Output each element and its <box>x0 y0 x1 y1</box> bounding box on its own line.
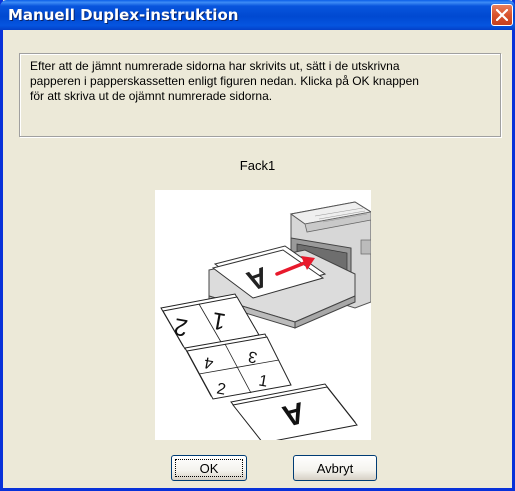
ok-button-label: OK <box>199 461 219 476</box>
dialog-window: Manuell Duplex-instruktion Efter att de … <box>0 0 515 491</box>
cancel-button[interactable]: Avbryt <box>293 455 377 481</box>
instruction-line: Efter att de jämnt numrerade sidorna har… <box>30 59 400 73</box>
duplex-illustration: A 2 1 4 3 2 1 A <box>155 190 373 444</box>
close-button[interactable] <box>491 4 513 26</box>
instruction-line: för att skriva ut de ojämnt numrerade si… <box>30 89 273 103</box>
title-bar[interactable]: Manuell Duplex-instruktion <box>0 0 515 30</box>
instruction-line: papperen i papperskassetten enligt figur… <box>30 74 419 88</box>
instruction-box: Efter att de jämnt numrerade sidorna har… <box>19 53 501 137</box>
tray-label: Fack1 <box>239 158 276 173</box>
window-title: Manuell Duplex-instruktion <box>8 6 239 24</box>
printer-paper-diagram: A 2 1 4 3 2 1 A <box>160 201 373 444</box>
close-icon <box>496 9 508 21</box>
ok-button[interactable]: OK <box>171 455 247 481</box>
